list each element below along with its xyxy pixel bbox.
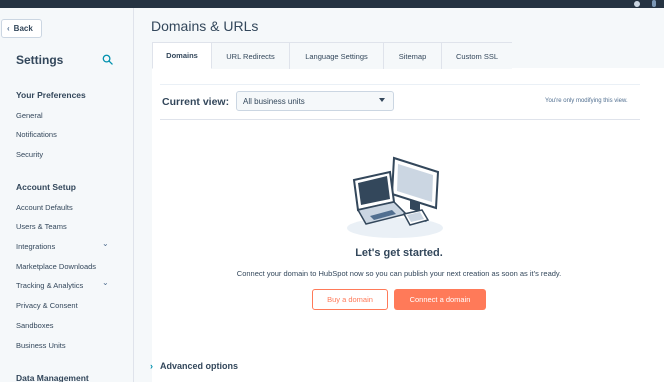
sidebar-item-integrations[interactable]: Integrations	[16, 242, 55, 251]
back-label: Back	[13, 24, 33, 33]
connect-domain-button[interactable]: Connect a domain	[394, 289, 486, 310]
tab-language-settings[interactable]: Language Settings	[290, 42, 384, 69]
business-unit-select[interactable]: All business units	[236, 91, 394, 111]
section-account-setup: Account Setup	[16, 182, 76, 192]
tab-custom-ssl[interactable]: Custom SSL	[442, 42, 512, 69]
sidebar-item-notifications[interactable]: Notifications	[16, 130, 57, 139]
sidebar-item-marketplace-downloads[interactable]: Marketplace Downloads	[16, 262, 96, 271]
account-menu-icon[interactable]	[652, 0, 656, 7]
advanced-options-label: Advanced options	[160, 361, 239, 371]
caret-down-icon	[379, 98, 385, 102]
chevron-down-icon[interactable]: ⌄	[102, 239, 109, 248]
tab-url-redirects[interactable]: URL Redirects	[212, 42, 290, 69]
sidebar-item-security[interactable]: Security	[16, 150, 43, 159]
empty-state-description: Connect your domain to HubSpot now so yo…	[236, 269, 562, 278]
tab-domains[interactable]: Domains	[152, 42, 212, 69]
chevron-right-icon: ›	[150, 361, 153, 371]
sidebar-item-general[interactable]: General	[16, 111, 43, 120]
top-navigation-bar	[0, 0, 664, 8]
business-unit-select-value: All business units	[243, 96, 305, 106]
chevron-down-icon[interactable]: ⌄	[102, 278, 109, 287]
search-icon[interactable]	[102, 54, 113, 65]
tab-sitemap[interactable]: Sitemap	[384, 42, 442, 69]
sidebar-item-sandboxes[interactable]: Sandboxes	[16, 321, 54, 330]
view-modify-note: You're only modifying this view.	[545, 98, 628, 104]
sidebar-item-privacy-consent[interactable]: Privacy & Consent	[16, 301, 78, 310]
sidebar-item-account-defaults[interactable]: Account Defaults	[16, 203, 73, 212]
section-your-preferences: Your Preferences	[16, 90, 86, 100]
tab-bar: Domains URL Redirects Language Settings …	[152, 42, 512, 69]
help-icon[interactable]	[634, 1, 640, 7]
settings-title: Settings	[16, 53, 64, 67]
advanced-options-toggle[interactable]: › Advanced options	[150, 361, 238, 371]
page-title: Domains & URLs	[151, 18, 259, 34]
sidebar-item-tracking-analytics[interactable]: Tracking & Analytics	[16, 281, 83, 290]
current-view-label: Current view:	[162, 96, 230, 108]
sidebar-item-business-units[interactable]: Business Units	[16, 341, 66, 350]
sidebar-item-users-teams[interactable]: Users & Teams	[16, 222, 67, 231]
buy-domain-button[interactable]: Buy a domain	[312, 289, 388, 310]
chevron-left-icon: ‹	[7, 24, 10, 33]
section-data-management: Data Management	[16, 373, 89, 382]
devices-illustration	[347, 156, 443, 238]
settings-sidebar: ‹ Back Settings Your Preferences General…	[0, 8, 134, 382]
empty-state-heading: Let's get started.	[355, 247, 443, 259]
back-button[interactable]: ‹ Back	[1, 19, 42, 38]
